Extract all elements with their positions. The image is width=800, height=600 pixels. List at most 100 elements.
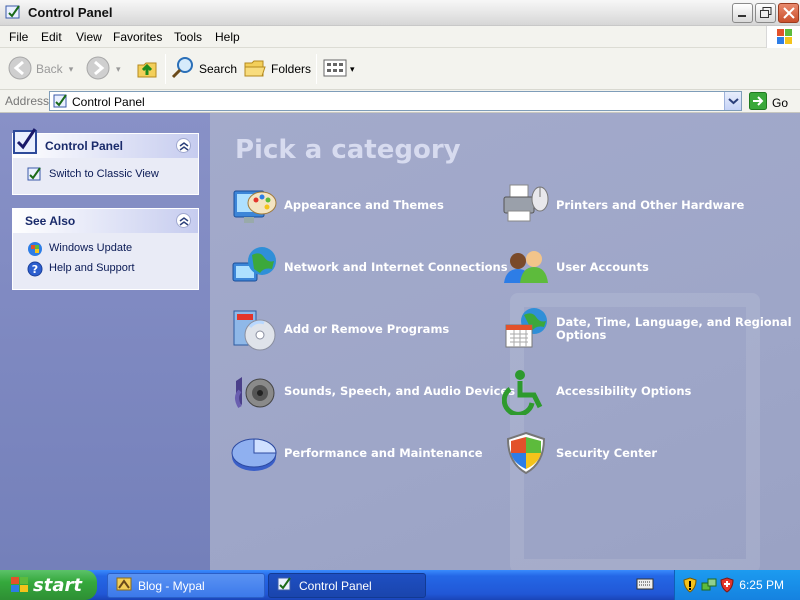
search-label: Search	[199, 62, 238, 76]
folders-button[interactable]: Folders	[243, 54, 311, 84]
taskbar-item-label: Control Panel	[299, 578, 372, 593]
see-also-box-header[interactable]: See Also	[13, 209, 198, 233]
menu-file[interactable]: File	[9, 30, 28, 44]
category-label: Accessibility Options	[556, 383, 692, 398]
see-also-title: See Also	[25, 214, 76, 228]
back-button[interactable]: Back ▾	[8, 54, 73, 84]
windows-logo-icon	[766, 26, 800, 48]
menu-edit[interactable]: Edit	[41, 30, 62, 44]
pie-chart-icon	[230, 429, 278, 477]
category-label: User Accounts	[556, 259, 649, 274]
views-icon	[323, 58, 347, 81]
category-accessibility[interactable]: Accessibility Options	[501, 367, 692, 417]
control-panel-icon	[11, 126, 41, 159]
shield-icon	[502, 429, 550, 477]
category-add-remove-programs[interactable]: Add or Remove Programs	[230, 305, 449, 353]
go-button[interactable]: Go	[749, 92, 788, 113]
category-appearance-themes[interactable]: Appearance and Themes	[230, 181, 444, 229]
collapse-chevron-icon[interactable]	[176, 213, 191, 228]
address-bar: Address Control Panel Go	[0, 90, 800, 113]
switch-classic-view-link[interactable]: Switch to Classic View	[13, 164, 198, 184]
address-input[interactable]: Control Panel	[49, 91, 742, 111]
forward-button[interactable]: ▾	[86, 54, 121, 84]
back-arrow-icon	[8, 56, 32, 83]
task-pane: Control Panel Switch to Classic View See…	[0, 113, 210, 570]
keyboard-icon[interactable]	[636, 577, 654, 594]
control-panel-icon	[5, 4, 21, 20]
forward-arrow-icon	[86, 56, 110, 83]
search-icon	[171, 56, 195, 83]
category-user-accounts[interactable]: User Accounts	[502, 243, 649, 291]
control-panel-icon	[53, 94, 69, 111]
programs-cd-icon	[230, 305, 278, 353]
taskbar: start Blog - Mypal Control Panel 6:25 PM	[0, 570, 800, 600]
collapse-chevron-icon[interactable]	[176, 138, 191, 153]
start-button[interactable]: start	[0, 570, 97, 600]
windows-update-link[interactable]: Windows Update	[13, 238, 198, 258]
security-alert-icon[interactable]	[683, 577, 697, 596]
address-dropdown-button[interactable]	[724, 92, 741, 110]
toolbar: Back ▾ ▾ Search Folders ▾	[0, 48, 800, 90]
menu-help[interactable]: Help	[215, 30, 240, 44]
address-value: Control Panel	[72, 95, 145, 109]
speaker-icon	[230, 367, 278, 415]
taskbar-item-control-panel[interactable]: Control Panel	[268, 573, 426, 598]
browser-icon	[116, 576, 132, 595]
window-title: Control Panel	[28, 5, 113, 20]
control-panel-box-header[interactable]: Control Panel	[13, 128, 198, 158]
toolbar-separator	[165, 54, 166, 84]
system-tray: 6:25 PM	[674, 570, 800, 600]
menu-tools[interactable]: Tools	[174, 30, 202, 44]
views-dropdown-icon[interactable]: ▾	[350, 64, 355, 75]
back-dropdown-icon[interactable]: ▾	[69, 64, 74, 75]
category-label: Sounds, Speech, and Audio Devices	[284, 383, 516, 398]
menu-view[interactable]: View	[76, 30, 102, 44]
start-label: start	[33, 575, 82, 596]
search-button[interactable]: Search	[171, 54, 237, 84]
help-support-link[interactable]: ? Help and Support	[13, 258, 198, 278]
help-support-label: Help and Support	[49, 262, 135, 274]
category-network-internet[interactable]: Network and Internet Connections	[230, 243, 508, 291]
category-sounds-audio[interactable]: Sounds, Speech, and Audio Devices	[230, 367, 515, 415]
views-button[interactable]: ▾	[323, 54, 355, 84]
accessibility-icon	[501, 367, 550, 417]
page-title: Pick a category	[235, 135, 461, 165]
svg-text:?: ?	[32, 263, 38, 276]
switch-classic-view-label: Switch to Classic View	[49, 168, 159, 180]
category-label: Performance and Maintenance	[284, 445, 483, 460]
address-label: Address	[5, 94, 50, 108]
go-label: Go	[772, 95, 789, 110]
close-button[interactable]	[778, 3, 799, 23]
category-printers-hardware[interactable]: Printers and Other Hardware	[502, 181, 744, 229]
category-label: Security Center	[556, 445, 658, 460]
appearance-palette-icon	[230, 181, 278, 229]
category-label: Date, Time, Language, and Regional Optio…	[556, 315, 792, 342]
clock: 6:25 PM	[739, 578, 784, 592]
category-label: Add or Remove Programs	[284, 321, 450, 336]
title-bar: Control Panel	[0, 0, 800, 26]
category-security-center[interactable]: Security Center	[502, 429, 657, 477]
windows-logo-icon	[10, 576, 30, 597]
forward-dropdown-icon[interactable]: ▾	[116, 64, 121, 75]
taskbar-item-label: Blog - Mypal	[138, 578, 205, 593]
calendar-globe-icon	[502, 305, 550, 353]
maximize-button[interactable]	[755, 3, 776, 23]
windows-update-label: Windows Update	[49, 242, 133, 254]
folders-label: Folders	[271, 62, 312, 76]
control-panel-box-title: Control Panel	[45, 139, 124, 153]
network-tray-icon[interactable]	[701, 577, 717, 596]
category-performance-maintenance[interactable]: Performance and Maintenance	[230, 429, 483, 477]
printer-icon	[502, 181, 550, 229]
up-folder-button[interactable]	[134, 54, 160, 84]
see-also-box: See Also Windows Update ? Help and Suppo…	[12, 208, 199, 290]
category-date-time-language[interactable]: Date, Time, Language, and Regional Optio…	[502, 305, 800, 353]
minimize-button[interactable]	[732, 3, 753, 23]
network-globe-icon	[230, 243, 278, 291]
menu-favorites[interactable]: Favorites	[113, 30, 162, 44]
control-panel-icon	[27, 167, 43, 184]
category-label: Printers and Other Hardware	[556, 197, 745, 212]
menu-bar: File Edit View Favorites Tools Help	[0, 26, 800, 48]
go-arrow-icon	[749, 92, 767, 113]
taskbar-item-blog[interactable]: Blog - Mypal	[107, 573, 265, 598]
shield-tray-icon[interactable]	[720, 577, 734, 596]
